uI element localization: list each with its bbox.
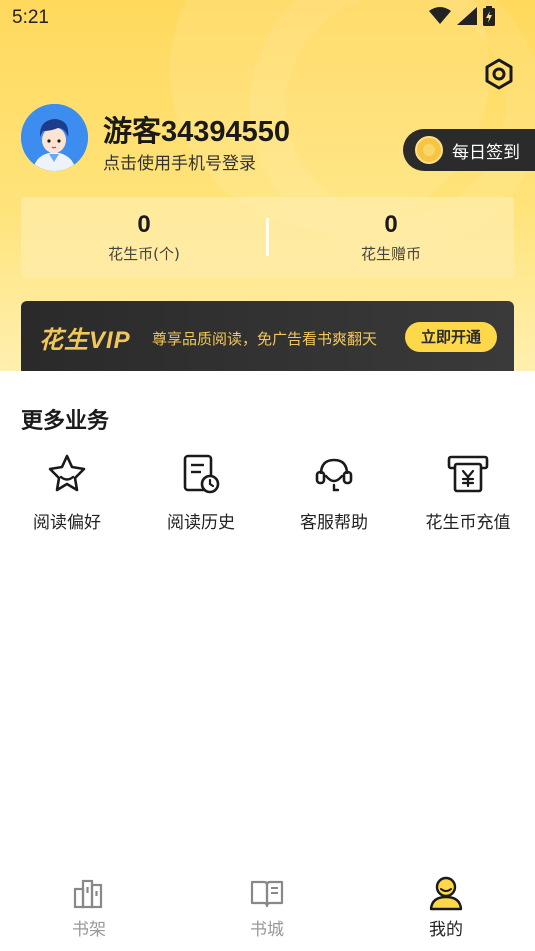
bonus-coin-balance[interactable]: 0 花生赠币 — [268, 197, 514, 278]
service-coin-recharge[interactable]: 花生币充值 — [413, 452, 523, 542]
bookshelf-icon — [73, 879, 103, 909]
phone-login-link[interactable]: 点击使用手机号登录 — [103, 149, 256, 174]
settings-icon — [485, 58, 513, 90]
tab-bookshelf[interactable]: 书架 — [44, 875, 134, 945]
service-label: 阅读历史 — [167, 513, 235, 533]
service-reading-history[interactable]: 阅读历史 — [146, 452, 256, 542]
service-customer-help[interactable]: 客服帮助 — [279, 452, 389, 542]
bonus-coin-label: 花生赠币 — [360, 245, 421, 263]
user-icon — [429, 876, 463, 911]
bonus-coin-value: 0 — [384, 211, 398, 238]
service-label: 花生币充值 — [425, 513, 511, 533]
wifi-icon — [429, 7, 451, 24]
peanut-coin-label: 花生币(个) — [108, 245, 180, 263]
daily-checkin-button[interactable]: 每日签到 — [403, 129, 535, 171]
username: 游客34394550 — [103, 116, 291, 148]
vip-logo: 花生VIP — [39, 327, 131, 354]
tab-label: 我的 — [429, 920, 463, 940]
more-services-title: 更多业务 — [21, 409, 110, 434]
settings-button[interactable] — [482, 57, 516, 91]
avatar-illustration — [21, 104, 88, 171]
peanut-coin-balance[interactable]: 0 花生币(个) — [21, 197, 267, 278]
history-icon — [183, 454, 220, 494]
vip-banner[interactable]: 花生VIP 尊享品质阅读，免广告看书爽翻天 立即开通 — [21, 301, 514, 372]
coin-balance-panel: 0 花生币(个) 0 花生赠币 — [21, 197, 514, 278]
status-bar: 5:21 — [0, 0, 535, 36]
tab-label: 书架 — [72, 920, 106, 940]
vip-slogan: 尊享品质阅读，免广告看书爽翻天 — [152, 330, 378, 348]
tab-label: 书城 — [250, 920, 284, 940]
vip-open-button[interactable]: 立即开通 — [405, 322, 497, 352]
content-card — [0, 371, 535, 871]
avatar[interactable] — [21, 104, 88, 171]
tab-mine[interactable]: 我的 — [401, 875, 491, 945]
peanut-coin-value: 0 — [137, 211, 151, 238]
service-label: 客服帮助 — [300, 513, 368, 533]
coin-icon — [415, 136, 443, 164]
recharge-icon — [447, 455, 489, 493]
headset-icon — [315, 458, 353, 492]
status-time: 5:21 — [12, 7, 49, 28]
daily-checkin-label: 每日签到 — [452, 142, 520, 163]
signal-icon — [457, 7, 477, 25]
service-reading-preference[interactable]: 阅读偏好 — [12, 452, 122, 542]
book-icon — [250, 880, 284, 908]
status-icons — [429, 6, 495, 26]
tab-bookstore[interactable]: 书城 — [222, 875, 312, 945]
bottom-tab-bar: 书架 书城 我的 — [0, 870, 535, 951]
star-icon — [48, 454, 86, 492]
battery-icon — [483, 6, 495, 26]
service-label: 阅读偏好 — [33, 513, 101, 533]
